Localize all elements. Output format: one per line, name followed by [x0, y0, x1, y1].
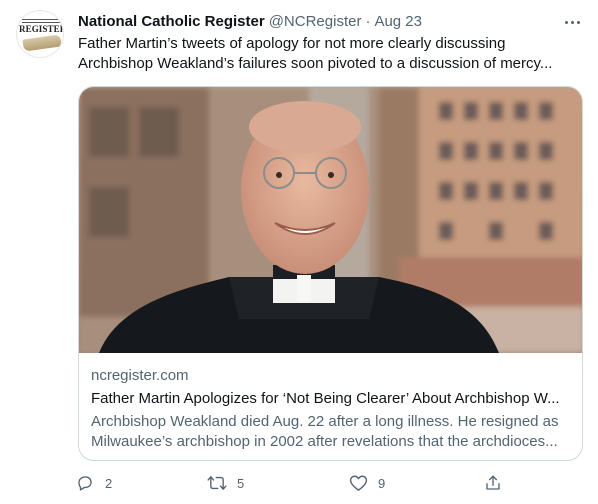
share-icon[interactable]	[480, 470, 506, 496]
logo-rule	[22, 19, 60, 23]
author-handle[interactable]: @NCRegister	[269, 13, 362, 30]
heart-icon[interactable]	[345, 470, 371, 496]
tweet-text-line: Archbishop Weakland’s failures soon pivo…	[78, 55, 553, 72]
tweet-date[interactable]: Aug 23	[374, 13, 422, 30]
more-options-icon[interactable]	[560, 12, 584, 32]
retweet-icon[interactable]	[204, 470, 230, 496]
tweet-header: National Catholic Register @NCRegister ·…	[78, 11, 422, 31]
card-photo	[79, 87, 582, 353]
tweet-text: Father Martin’s tweets of apology for no…	[78, 34, 578, 74]
card-domain: ncregister.com	[91, 367, 189, 384]
reply-icon[interactable]	[72, 470, 98, 496]
share-button[interactable]	[480, 470, 506, 496]
link-card[interactable]: ncregister.com Father Martin Apologizes …	[78, 86, 583, 461]
more-dot	[564, 20, 568, 24]
logo-scroll	[22, 34, 62, 52]
card-description-line: Milwaukee’s archbishop in 2002 after rev…	[91, 433, 558, 450]
reply-count: 2	[105, 475, 113, 491]
card-description-line: Archbishop Weakland died Aug. 22 after a…	[91, 413, 559, 430]
tweet-text-line: Father Martin’s tweets of apology for no…	[78, 35, 506, 52]
like-count: 9	[378, 475, 386, 491]
retweet-count: 5	[237, 475, 245, 491]
action-bar: 2 5 9	[72, 470, 512, 496]
retweet-button[interactable]: 5	[204, 470, 244, 496]
card-title[interactable]: Father Martin Apologizes for ‘Not Being …	[91, 389, 571, 409]
more-dot	[576, 20, 580, 24]
like-button[interactable]: 9	[345, 470, 385, 496]
card-image[interactable]	[79, 87, 582, 353]
more-dot	[570, 20, 574, 24]
avatar[interactable]: REGISTER	[16, 10, 64, 58]
card-meta: ncregister.com Father Martin Apologizes …	[91, 366, 571, 452]
reply-button[interactable]: 2	[72, 470, 112, 496]
tweet[interactable]: REGISTER National Catholic Register @NCR…	[0, 0, 598, 504]
separator-dot: ·	[365, 12, 371, 30]
card-description: Archbishop Weakland died Aug. 22 after a…	[91, 412, 571, 452]
avatar-logo-text: REGISTER	[19, 24, 64, 34]
author-name[interactable]: National Catholic Register	[78, 13, 265, 30]
